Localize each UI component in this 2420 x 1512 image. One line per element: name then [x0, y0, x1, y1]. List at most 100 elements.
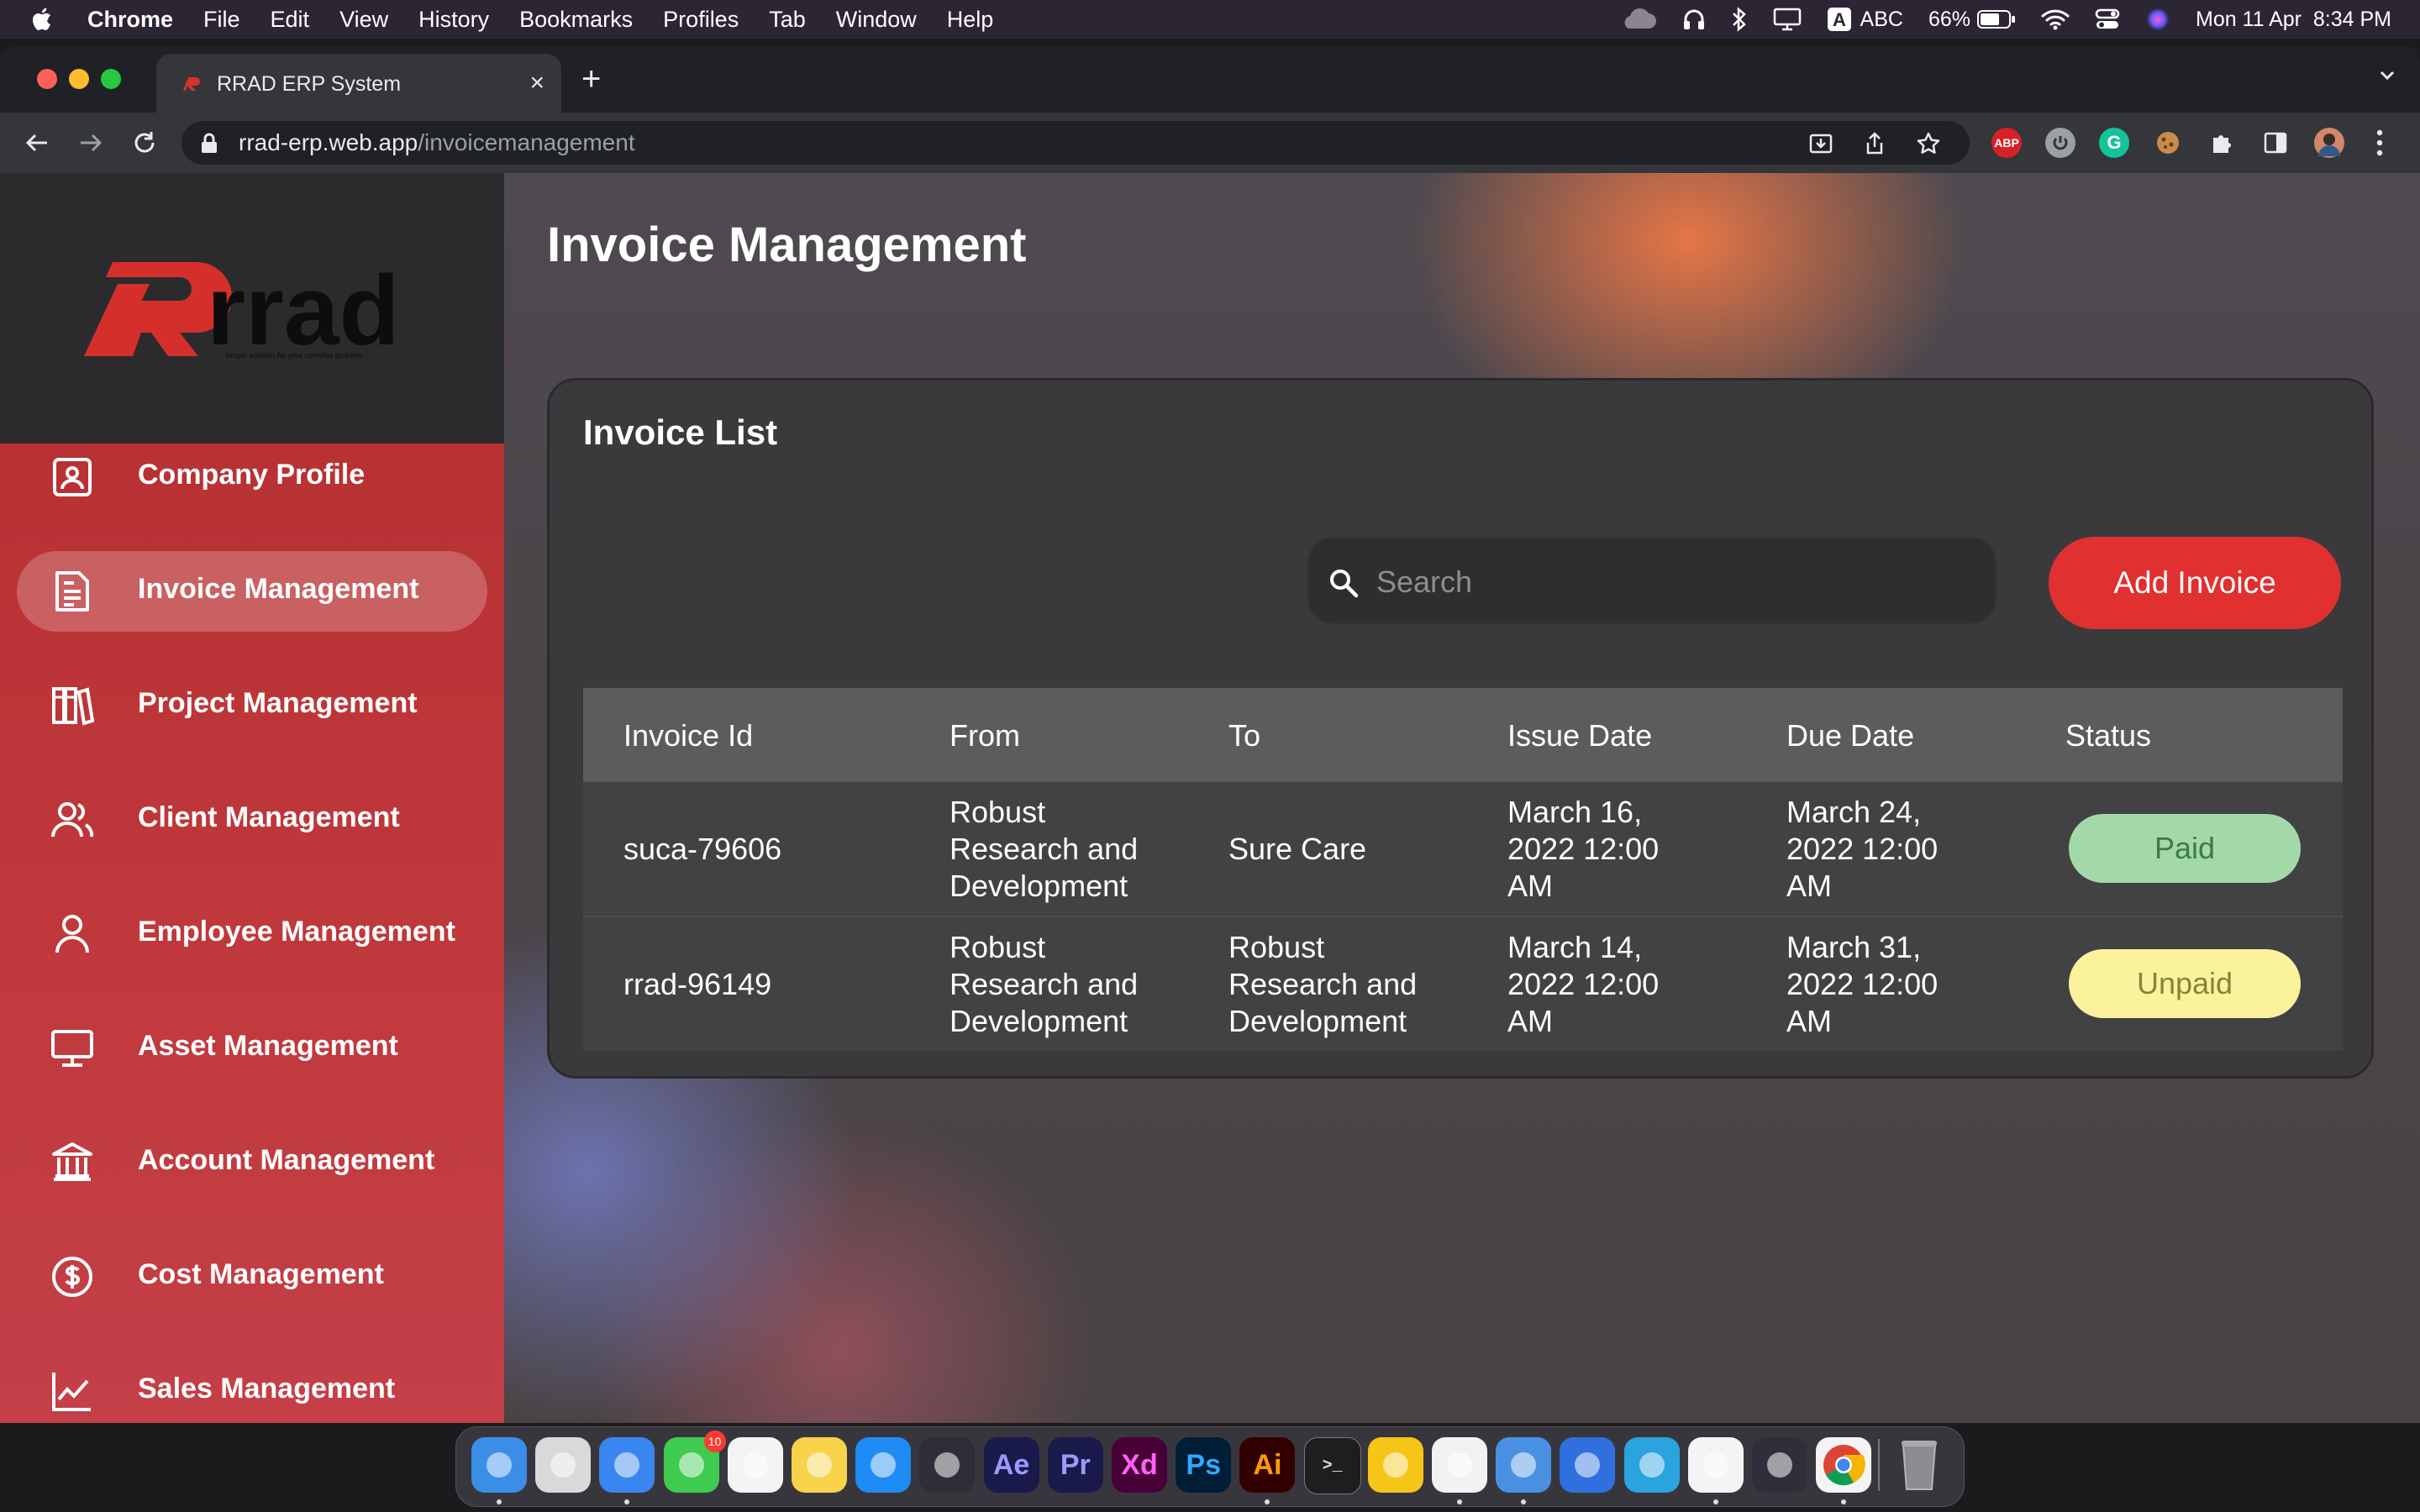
- sidebar-item-project-management[interactable]: Project Management: [17, 665, 487, 746]
- sidebar-item-client-management[interactable]: Client Management: [17, 780, 487, 860]
- davinci-resolve-icon[interactable]: [919, 1437, 976, 1493]
- wifi-icon[interactable]: [2041, 8, 2070, 30]
- clock[interactable]: Mon 11 Apr 8:34 PM: [2196, 8, 2391, 32]
- finder-icon[interactable]: [471, 1437, 527, 1493]
- search-box[interactable]: [1307, 537, 1996, 624]
- siri-icon[interactable]: [2145, 7, 2170, 32]
- menu-history[interactable]: History: [418, 7, 489, 33]
- terminal-icon[interactable]: >_: [1303, 1437, 1361, 1494]
- side-panel-icon[interactable]: [2260, 128, 2291, 158]
- invoice-icon: [55, 571, 89, 612]
- safari-icon[interactable]: [599, 1437, 655, 1493]
- illustrator-icon[interactable]: Ai: [1239, 1437, 1296, 1493]
- forward-arrow-icon[interactable]: [77, 129, 104, 160]
- app-store-icon[interactable]: [855, 1437, 912, 1493]
- rrad-logo[interactable]: rrad simple solution for your complex pr…: [81, 250, 425, 360]
- sidebar-item-cost-management[interactable]: Cost Management: [17, 1236, 487, 1317]
- cloud-icon[interactable]: [1618, 8, 1657, 30]
- telegram-icon[interactable]: [1623, 1437, 1680, 1493]
- trash-icon[interactable]: [1891, 1437, 1947, 1493]
- after-effects-icon[interactable]: Ae: [983, 1437, 1039, 1493]
- close-tab-icon[interactable]: ×: [529, 69, 544, 97]
- back-arrow-icon[interactable]: [24, 129, 50, 160]
- menu-window[interactable]: Window: [836, 7, 917, 33]
- column-header-to[interactable]: To: [1228, 718, 1260, 753]
- xcode-icon[interactable]: [1560, 1437, 1616, 1493]
- power-extension-icon[interactable]: [2045, 128, 2075, 158]
- running-indicator: [1521, 1499, 1527, 1504]
- sidebar-item-invoice-management[interactable]: Invoice Management: [17, 551, 487, 632]
- headphones-icon[interactable]: [1682, 8, 1706, 31]
- reload-icon[interactable]: [131, 129, 158, 160]
- column-header-issue-date[interactable]: Issue Date: [1507, 718, 1652, 753]
- menu-help[interactable]: Help: [947, 7, 994, 33]
- adblock-plus-icon[interactable]: ABP: [1991, 128, 2022, 158]
- running-indicator: [1712, 1499, 1718, 1504]
- notes-icon[interactable]: [792, 1437, 847, 1493]
- browser-tab-active[interactable]: RRAD ERP System ×: [156, 54, 561, 113]
- profile-avatar[interactable]: [2314, 128, 2344, 158]
- apple-logo-icon[interactable]: [32, 7, 57, 32]
- xcode-instruments-icon[interactable]: [1496, 1437, 1552, 1493]
- macos-menubar: Chrome File Edit View History Bookmarks …: [0, 0, 2420, 39]
- dollar-icon: [52, 1257, 92, 1297]
- status-badge-unpaid[interactable]: Unpaid: [2069, 949, 2301, 1018]
- messages-icon[interactable]: 10: [663, 1431, 726, 1493]
- cookie-extension-icon[interactable]: [2153, 128, 2183, 158]
- zoom-window-button[interactable]: [101, 69, 121, 89]
- battery-status[interactable]: 66%: [1928, 8, 2016, 32]
- column-header-invoice-id[interactable]: Invoice Id: [623, 718, 753, 753]
- premiere-icon[interactable]: Pr: [1047, 1437, 1103, 1493]
- grammarly-icon[interactable]: G: [2099, 128, 2129, 158]
- menu-tab[interactable]: Tab: [769, 7, 806, 33]
- display-mirror-icon[interactable]: [1773, 8, 1802, 31]
- slack-icon[interactable]: [1687, 1437, 1744, 1493]
- battery-percent: 66%: [1928, 7, 1970, 31]
- company-profile-icon: [53, 458, 92, 496]
- lock-icon[interactable]: [200, 133, 218, 160]
- close-window-button[interactable]: [37, 69, 57, 89]
- chrome-icon[interactable]: [1816, 1437, 1872, 1493]
- xd-icon[interactable]: Xd: [1112, 1437, 1167, 1493]
- column-header-status[interactable]: Status: [2065, 718, 2151, 753]
- menu-view[interactable]: View: [339, 7, 388, 33]
- rrad-favicon-icon: [180, 72, 202, 100]
- tab-search-chevron-icon[interactable]: [2376, 64, 2398, 90]
- search-input[interactable]: [1375, 559, 1966, 606]
- menu-edit[interactable]: Edit: [271, 7, 310, 33]
- sidebar-item-sales-management[interactable]: Sales Management: [17, 1351, 487, 1423]
- photoshop-icon[interactable]: Ps: [1176, 1437, 1232, 1493]
- sidebar-item-account-management[interactable]: Account Management: [17, 1122, 487, 1203]
- table-row[interactable]: rrad-96149 Robust Research and Development…: [583, 917, 2343, 1051]
- column-header-from[interactable]: From: [950, 718, 1020, 753]
- share-icon[interactable]: [1862, 131, 1887, 162]
- minimize-window-button[interactable]: [69, 69, 89, 89]
- extensions-puzzle-icon[interactable]: [2207, 128, 2237, 158]
- vscode-icon[interactable]: [1432, 1437, 1487, 1493]
- sidebar-item-asset-management[interactable]: Asset Management: [17, 1008, 487, 1089]
- menu-bookmarks[interactable]: Bookmarks: [519, 7, 633, 33]
- chrome-menu-kebab-icon[interactable]: [2375, 128, 2385, 162]
- obs-icon[interactable]: [1752, 1437, 1807, 1493]
- column-header-due-date[interactable]: Due Date: [1786, 718, 1914, 753]
- install-app-icon[interactable]: [1808, 131, 1833, 162]
- sidebar-item-label: Employee Management: [138, 916, 455, 948]
- launchpad-icon[interactable]: [535, 1437, 592, 1493]
- input-source-icon[interactable]: A ABC: [1827, 7, 1903, 32]
- table-row[interactable]: suca-79606 Robust Research and Development…: [583, 782, 2343, 917]
- menu-profiles[interactable]: Profiles: [663, 7, 739, 33]
- miro-icon[interactable]: [1367, 1437, 1423, 1493]
- bluetooth-icon[interactable]: [1731, 7, 1748, 32]
- menu-file[interactable]: File: [203, 7, 240, 33]
- menu-chrome[interactable]: Chrome: [87, 7, 173, 33]
- control-center-icon[interactable]: [2095, 8, 2120, 31]
- address-bar[interactable]: rrad-erp.web.app/invoicemanagement: [182, 121, 1970, 165]
- cell-invoice-id: suca-79606: [623, 832, 782, 866]
- status-badge-paid[interactable]: Paid: [2069, 814, 2301, 883]
- sidebar-item-employee-management[interactable]: Employee Management: [17, 894, 487, 974]
- photos-icon[interactable]: [727, 1437, 783, 1493]
- add-invoice-button[interactable]: Add Invoice: [2049, 537, 2341, 629]
- new-tab-button[interactable]: +: [581, 60, 601, 98]
- bookmark-star-icon[interactable]: [1916, 131, 1941, 162]
- sidebar-item-company-profile[interactable]: Company Profile: [17, 437, 487, 517]
